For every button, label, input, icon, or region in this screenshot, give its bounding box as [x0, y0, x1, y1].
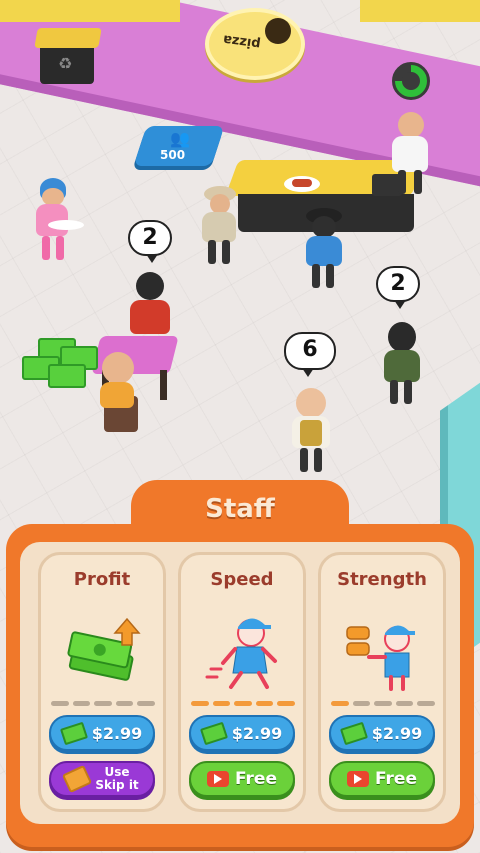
buy-price-label: $2.99	[231, 723, 283, 743]
progress-segment	[51, 701, 69, 706]
order-count-bubble: 6	[284, 332, 336, 377]
progress-segment	[277, 701, 295, 706]
timer-progress-ring	[392, 62, 430, 100]
waiter-character	[30, 178, 86, 264]
recycle-icon: ♻	[58, 54, 73, 73]
staff-panel: Staff Profit $2.99 Use Skip it Speed $2.…	[0, 480, 480, 853]
skip-label-line1: Use	[104, 765, 130, 779]
upgrade-progress-bar	[51, 701, 155, 707]
progress-segment	[137, 701, 155, 706]
customer-character	[302, 208, 346, 292]
upgrade-card-speed: Speed $2.99 Free	[178, 552, 306, 812]
buy-button[interactable]: $2.99	[329, 715, 435, 751]
upgrade-card-strength: Strength $2.99 Free	[318, 552, 446, 812]
upgrade-progress-bar	[191, 701, 295, 707]
progress-segment	[212, 701, 231, 706]
free-video-button[interactable]: Free	[329, 761, 435, 797]
sign-text: ɐzzᴉd	[222, 31, 262, 52]
skip-label-line2: Skip it	[95, 778, 139, 792]
cash-icon	[339, 721, 368, 745]
card-title: Profit	[73, 569, 131, 590]
customer-character	[380, 322, 424, 410]
cash-icon	[199, 721, 228, 745]
buy-price-label: $2.99	[91, 723, 143, 743]
buy-button[interactable]: $2.99	[189, 715, 295, 751]
progress-segment	[417, 701, 435, 706]
food-plate	[284, 176, 320, 192]
use-skip-it-button[interactable]: Use Skip it	[49, 761, 155, 797]
video-icon	[207, 771, 230, 787]
progress-segment	[374, 701, 392, 706]
skip-ticket-icon	[62, 764, 93, 794]
order-count-bubble: 2	[376, 266, 420, 309]
buy-price-label: $2.99	[371, 723, 423, 743]
panel-title: Staff	[205, 494, 275, 524]
customer-character	[126, 272, 174, 342]
customer-character	[198, 186, 242, 266]
progress-segment	[352, 701, 371, 706]
upgrade-card-profit: Profit $2.99 Use Skip it	[38, 552, 166, 812]
sign-logo-icon	[265, 18, 291, 44]
upgrade-tile-cost: 500	[160, 148, 186, 162]
progress-segment	[72, 701, 91, 706]
running-staff-icon	[205, 599, 285, 691]
order-count-bubble: 2	[128, 220, 172, 263]
progress-segment	[395, 701, 414, 706]
video-icon	[347, 771, 370, 787]
progress-segment	[255, 701, 274, 706]
cash-icon	[59, 721, 88, 745]
card-title: Strength	[337, 569, 427, 590]
customer-character	[96, 352, 138, 412]
wall-trim-left	[0, 0, 180, 22]
staff-icon: 👥	[170, 129, 190, 148]
free-video-button[interactable]: Free	[189, 761, 295, 797]
buy-button[interactable]: $2.99	[49, 715, 155, 751]
cash-pile[interactable]	[22, 338, 98, 390]
progress-segment	[94, 701, 112, 706]
trash-bin[interactable]: ♻	[34, 20, 102, 84]
progress-segment	[191, 701, 209, 706]
progress-segment	[115, 701, 134, 706]
restaurant-sign: ɐzzᴉd	[205, 8, 305, 80]
progress-segment	[331, 701, 349, 706]
money-stack-arrow-up-icon	[65, 599, 145, 691]
free-label: Free	[375, 769, 417, 789]
upgrade-progress-bar	[331, 701, 435, 707]
card-title: Speed	[210, 569, 274, 590]
wall-trim-right	[360, 0, 480, 22]
staff-carrying-trays-icon	[345, 599, 425, 691]
progress-segment	[234, 701, 252, 706]
free-label: Free	[235, 769, 277, 789]
customer-character	[288, 388, 334, 478]
cashier-character	[388, 112, 432, 202]
